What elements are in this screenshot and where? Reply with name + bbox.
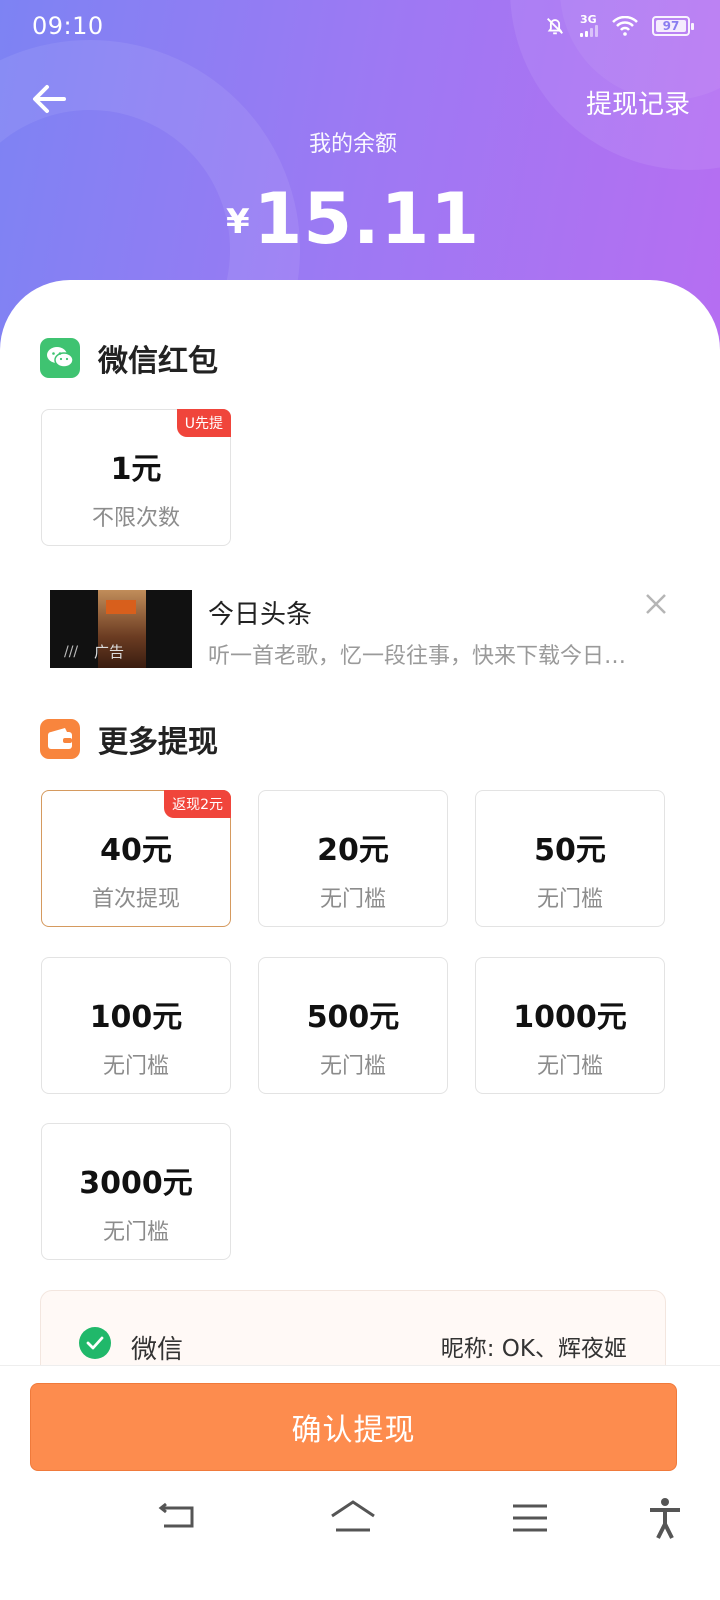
- option-condition: 无门槛: [536, 1054, 603, 1079]
- bell-muted-icon: [547, 17, 563, 34]
- option-amount: 50元: [534, 833, 606, 868]
- bottom-bar: 确认提现: [0, 1365, 720, 1600]
- option-condition: 不限次数: [91, 506, 180, 531]
- option-amount: 40元: [100, 833, 172, 868]
- close-icon[interactable]: [642, 590, 670, 618]
- option-condition: 无门槛: [319, 1054, 386, 1079]
- wechat-icon: [40, 338, 80, 378]
- status-icons: 3G 97: [544, 14, 694, 37]
- ad-banner[interactable]: /// 广告 今日头条 听一首老歌，忆一段往事，快来下载今日…: [50, 590, 670, 670]
- option-condition: 无门槛: [319, 887, 386, 912]
- withdraw-option-40[interactable]: 返现2元 40元 首次提现: [41, 790, 231, 927]
- withdraw-option-3000[interactable]: 3000元 无门槛: [41, 1123, 231, 1260]
- option-condition: 首次提现: [91, 887, 180, 912]
- option-amount: 20元: [317, 833, 389, 868]
- network-type: 3G: [580, 13, 597, 26]
- wallet-icon: [40, 719, 80, 759]
- check-circle-icon: [79, 1327, 111, 1359]
- section-title-more: 更多提现: [40, 717, 218, 761]
- section-title-wechat: 微信红包: [40, 336, 218, 380]
- status-time: 09:10: [32, 12, 104, 40]
- payment-nickname: 昵称: OK、辉夜姬: [440, 1336, 627, 1362]
- status-bar: 09:10 3G 97: [0, 0, 720, 56]
- system-navbar: [0, 1496, 720, 1556]
- accessibility-icon[interactable]: [640, 1496, 690, 1540]
- withdraw-option-1000[interactable]: 1000元 无门槛: [475, 957, 665, 1094]
- nav-back-icon[interactable]: [152, 1496, 202, 1540]
- option-condition: 无门槛: [102, 1220, 169, 1245]
- section-title-text: 更多提现: [98, 725, 218, 760]
- ad-thumbnail: /// 广告: [50, 590, 192, 668]
- balance-amount: ¥15.11: [0, 178, 706, 260]
- payment-method-name: 微信: [131, 1335, 184, 1365]
- wifi-icon: [612, 15, 638, 36]
- withdraw-option-20[interactable]: 20元 无门槛: [258, 790, 448, 927]
- section-title-text: 微信红包: [98, 344, 218, 379]
- withdraw-option-1[interactable]: U先提 1元 不限次数: [41, 409, 231, 546]
- ad-label: 广告: [94, 643, 125, 661]
- balance-value: 15.11: [253, 178, 481, 260]
- battery-icon: 97: [652, 15, 694, 36]
- option-amount: 1000元: [513, 1000, 627, 1035]
- promo-tag: U先提: [176, 409, 231, 437]
- back-arrow-icon[interactable]: [28, 78, 70, 120]
- battery-level: 97: [656, 19, 686, 33]
- promo-tag: 返现2元: [164, 790, 231, 818]
- nav-home-icon[interactable]: [328, 1496, 378, 1540]
- withdraw-option-500[interactable]: 500元 无门槛: [258, 957, 448, 1094]
- option-condition: 无门槛: [102, 1054, 169, 1079]
- ad-description: 听一首老歌，忆一段往事，快来下载今日…: [208, 644, 627, 669]
- option-condition: 无门槛: [536, 887, 603, 912]
- currency-symbol: ¥: [225, 202, 250, 242]
- withdraw-history-link[interactable]: 提现记录: [586, 84, 690, 121]
- ad-title: 今日头条: [208, 600, 313, 630]
- ad-logo-icon: ///: [64, 644, 79, 660]
- confirm-withdraw-button[interactable]: 确认提现: [30, 1383, 677, 1471]
- option-amount: 100元: [89, 1000, 183, 1035]
- nav-menu-icon[interactable]: [505, 1496, 555, 1540]
- withdraw-option-50[interactable]: 50元 无门槛: [475, 790, 665, 927]
- cellular-signal-icon: 3G: [580, 14, 598, 37]
- option-amount: 3000元: [79, 1166, 193, 1201]
- option-amount: 500元: [306, 1000, 400, 1035]
- withdraw-option-100[interactable]: 100元 无门槛: [41, 957, 231, 1094]
- option-amount: 1元: [110, 452, 162, 487]
- balance-label: 我的余额: [308, 132, 397, 157]
